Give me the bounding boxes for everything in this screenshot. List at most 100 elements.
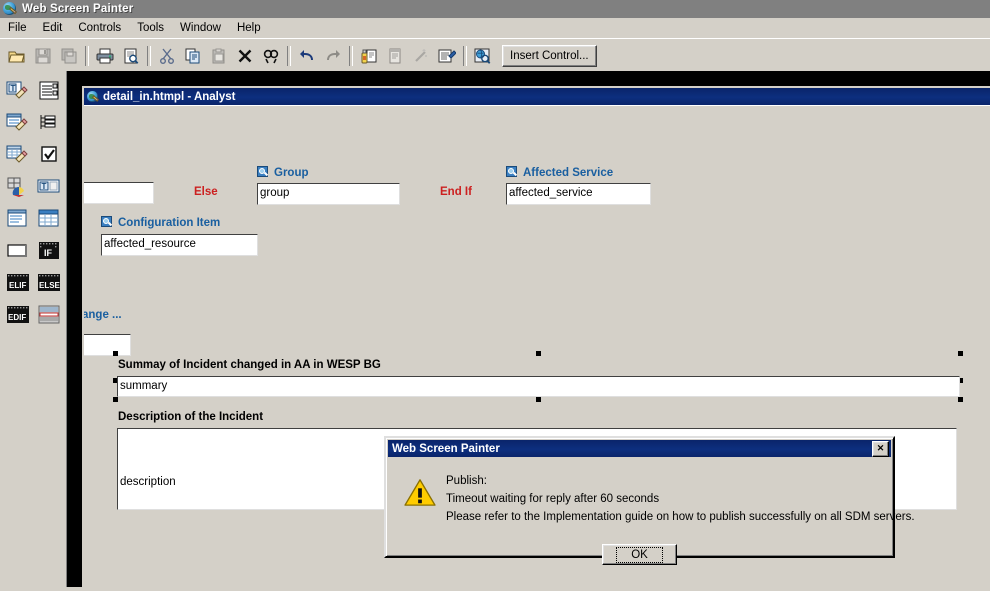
dropdown-list-tool-icon[interactable] — [34, 76, 63, 106]
svg-text:EDIF: EDIF — [8, 313, 26, 322]
field-summary[interactable]: summary — [117, 376, 960, 397]
publish-error-dialog: Web Screen Painter ✕ Publish: Timeout wa… — [384, 436, 915, 565]
svg-text:ELIF: ELIF — [9, 281, 26, 290]
edit-source-icon[interactable] — [435, 44, 459, 67]
form-tool-icon[interactable] — [34, 300, 63, 330]
close-icon[interactable]: ✕ — [872, 440, 889, 457]
lookup-magnifier-icon — [506, 166, 519, 178]
globe-pencil-icon — [3, 2, 18, 16]
dialog-titlebar: Web Screen Painter ✕ — [388, 440, 891, 457]
selection-handle[interactable] — [958, 397, 963, 402]
label-configuration-item-text: Configuration Item — [118, 217, 221, 229]
label-else: Else — [194, 186, 218, 198]
globe-pencil-icon — [87, 90, 100, 103]
lookup-magnifier-icon — [101, 216, 114, 228]
find-icon[interactable] — [259, 44, 283, 67]
text-field-tool-icon[interactable]: T — [3, 76, 32, 106]
menu-tools[interactable]: Tools — [129, 20, 172, 36]
field-unnamed-left[interactable] — [84, 182, 154, 204]
selection-handle[interactable] — [536, 351, 541, 356]
child-window-titlebar: detail_in.htmpl - Analyst — [84, 88, 990, 105]
lookup-magnifier-icon — [257, 166, 270, 178]
selection-handle[interactable] — [536, 397, 541, 402]
child-window-title: detail_in.htmpl - Analyst — [103, 90, 236, 103]
properties-icon[interactable] — [383, 44, 407, 67]
dialog-body: Publish: Timeout waiting for reply after… — [388, 458, 915, 565]
date-field-tool-icon[interactable] — [3, 108, 32, 138]
dialog-title: Web Screen Painter — [392, 442, 500, 455]
field-group[interactable]: group — [257, 183, 400, 205]
label-group: Group — [257, 166, 309, 179]
label-configuration-item: Configuration Item — [101, 216, 220, 229]
list-box-tool-icon[interactable] — [3, 204, 32, 234]
label-affected-service: Affected Service — [506, 166, 613, 179]
selection-handle[interactable] — [113, 397, 118, 402]
preview-web-icon[interactable] — [471, 44, 495, 67]
color-palette-tool-icon[interactable] — [3, 172, 32, 202]
toolbar: Insert Control... — [0, 38, 990, 72]
toolbar-separator — [349, 45, 353, 66]
checkbox-tool-icon[interactable] — [34, 140, 63, 170]
dialog-message-line-3: Please refer to the Implementation guide… — [446, 511, 915, 523]
selection-handle[interactable] — [958, 351, 963, 356]
grid-tool-icon[interactable] — [34, 204, 63, 234]
if-block-tool-icon[interactable]: IF — [34, 236, 63, 266]
toolbar-separator — [85, 45, 89, 66]
control-palette: T T IF ELIF ELSE EDIF — [0, 71, 67, 587]
label-group-text: Group — [274, 167, 309, 179]
print-preview-icon[interactable] — [119, 44, 143, 67]
print-icon[interactable] — [93, 44, 117, 67]
svg-text:T: T — [10, 84, 15, 93]
delete-icon[interactable] — [233, 44, 257, 67]
toolbar-separator — [287, 45, 291, 66]
undo-icon[interactable] — [295, 44, 319, 67]
tree-list-tool-icon[interactable] — [34, 108, 63, 138]
copy-icon[interactable] — [181, 44, 205, 67]
label-affected-service-text: Affected Service — [523, 167, 614, 179]
ok-button-label: OK — [616, 546, 663, 563]
label-end-if: End If — [440, 186, 472, 198]
svg-text:ELSE: ELSE — [39, 281, 61, 290]
menu-window[interactable]: Window — [172, 20, 229, 36]
dialog-message-line-1: Publish: — [446, 475, 487, 487]
field-affected-service[interactable]: affected_service — [506, 183, 651, 205]
field-description-value: description — [120, 476, 176, 488]
ok-button[interactable]: OK — [602, 544, 677, 565]
menu-edit[interactable]: Edit — [35, 20, 71, 36]
publish-icon[interactable] — [357, 44, 381, 67]
field-configuration-item[interactable]: affected_resource — [101, 234, 258, 256]
else-block-tool-icon[interactable]: ELSE — [34, 268, 63, 298]
table-field-tool-icon[interactable] — [3, 140, 32, 170]
label-description-heading: Description of the Incident — [118, 411, 264, 423]
label-change-truncated: ange ... — [84, 309, 122, 321]
save-all-icon[interactable] — [57, 44, 81, 67]
field-change-truncated[interactable] — [84, 334, 131, 356]
warning-triangle-icon — [404, 479, 436, 506]
magic-wand-icon[interactable] — [409, 44, 433, 67]
svg-text:IF: IF — [44, 248, 53, 258]
window-titlebar: Web Screen Painter — [0, 0, 990, 18]
redo-icon[interactable] — [321, 44, 345, 67]
label-summary-heading: Summay of Incident changed in AA in WESP… — [118, 359, 381, 371]
paste-icon[interactable] — [207, 44, 231, 67]
save-icon[interactable] — [31, 44, 55, 67]
toolbar-separator — [147, 45, 151, 66]
application-window: Web Screen Painter File Edit Controls To… — [0, 0, 990, 591]
window-title: Web Screen Painter — [22, 3, 134, 15]
button-tool-icon[interactable] — [3, 236, 32, 266]
insert-control-button[interactable]: Insert Control... — [502, 44, 597, 67]
cut-icon[interactable] — [155, 44, 179, 67]
endif-block-tool-icon[interactable]: EDIF — [3, 300, 32, 330]
open-icon[interactable] — [5, 44, 29, 67]
toolbar-separator — [463, 45, 467, 66]
dialog-message-line-2: Timeout waiting for reply after 60 secon… — [446, 493, 660, 505]
dialog-message: Publish: Timeout waiting for reply after… — [446, 472, 915, 526]
menu-help[interactable]: Help — [229, 20, 269, 36]
menu-file[interactable]: File — [0, 20, 35, 36]
selection-handle[interactable] — [113, 351, 118, 356]
insert-control-label: Insert Control... — [510, 49, 589, 62]
menu-controls[interactable]: Controls — [70, 20, 129, 36]
elif-block-tool-icon[interactable]: ELIF — [3, 268, 32, 298]
menubar: File Edit Controls Tools Window Help — [0, 18, 990, 38]
label-tool-icon[interactable]: T — [34, 172, 63, 202]
